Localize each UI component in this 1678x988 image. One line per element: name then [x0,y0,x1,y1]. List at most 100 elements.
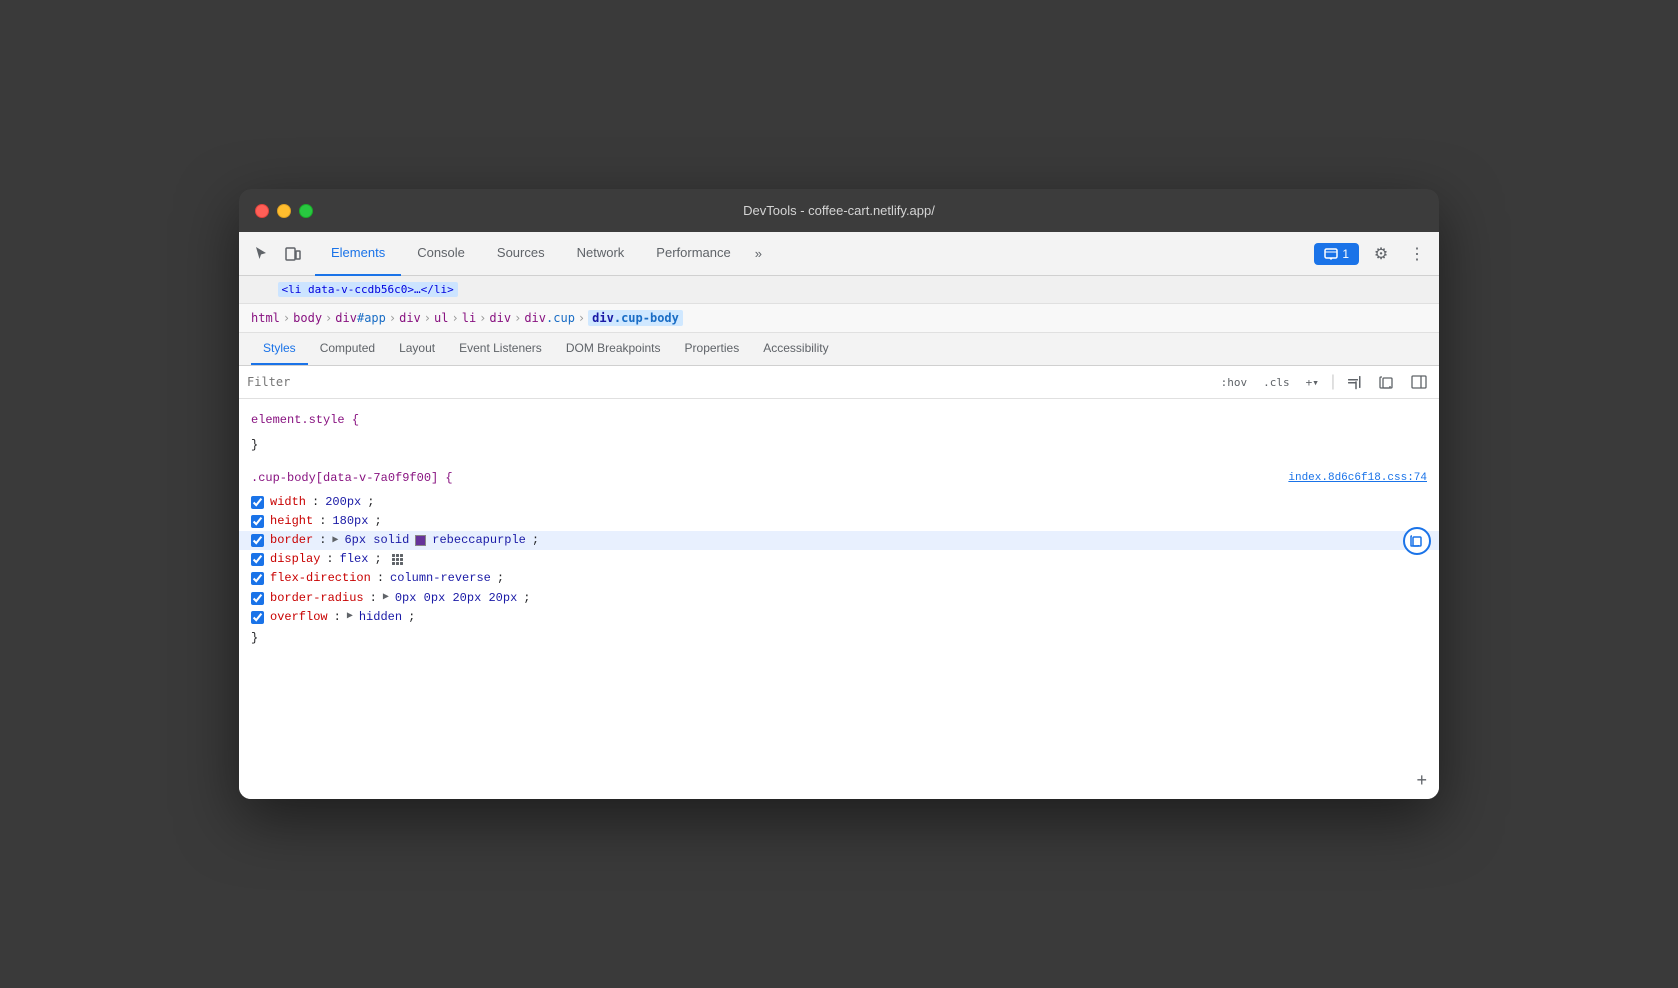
prop-flexdir-row: flex-direction : column-reverse ; [239,569,1439,588]
flex-grid-icon[interactable] [392,554,403,565]
dom-ellipsis [251,283,278,296]
prop-display-name: display [270,550,320,569]
cursor-icon [253,246,269,262]
more-tabs-btn[interactable]: » [747,232,770,276]
prop-height-checkbox[interactable] [251,515,264,528]
maximize-button[interactable] [299,204,313,218]
element-style-selector: element.style { [251,413,359,427]
prop-bradius-name: border-radius [270,589,364,608]
breadcrumb-divapp[interactable]: div#app [335,311,386,325]
cup-body-rule-header: .cup-body[data-v-7a0f9f00] { index.8d6c6… [239,465,1439,492]
panel-tabs: Styles Computed Layout Event Listeners D… [239,333,1439,366]
prop-overflow-row: overflow : ▶ hidden ; [239,608,1439,627]
prop-display-row: display : flex ; [239,550,1439,569]
add-rule-btn[interactable]: + [1416,770,1427,791]
element-style-closing: } [239,434,1439,457]
tab-properties[interactable]: Properties [673,333,752,365]
cup-body-selector: .cup-body[data-v-7a0f9f00] { [251,469,453,488]
device-icon [285,246,301,262]
rule-spacer [239,457,1439,465]
prop-bradius-value[interactable]: 0px 0px 20px 20px [395,589,517,608]
tab-elements[interactable]: Elements [315,232,401,276]
minimize-button[interactable] [277,204,291,218]
filter-bar: :hov .cls +▾ | [239,366,1439,399]
tab-layout[interactable]: Layout [387,333,447,365]
prop-width-name: width [270,493,306,512]
cls-btn[interactable]: .cls [1259,374,1294,391]
prop-flexdir-name: flex-direction [270,569,371,588]
prop-border-name: border [270,531,313,550]
breadcrumb-div2[interactable]: div [489,311,511,325]
device-toggle-btn[interactable] [279,240,307,268]
breadcrumb-body[interactable]: body [293,311,322,325]
settings-btn[interactable]: ⚙ [1367,240,1395,268]
prop-display-checkbox[interactable] [251,553,264,566]
dom-selected-node: <li data-v-ccdb56c0>…</li> [239,276,1439,304]
prop-bradius-row: border-radius : ▶ 0px 0px 20px 20px ; [239,589,1439,608]
close-button[interactable] [255,204,269,218]
prop-width-row: width : 200px ; [239,493,1439,512]
tab-computed[interactable]: Computed [308,333,387,365]
prop-overflow-name: overflow [270,608,328,627]
prop-height-name: height [270,512,313,531]
overflow-expand-arrow[interactable]: ▶ [347,609,353,625]
breadcrumb-divcup[interactable]: div.cup [524,311,575,325]
prop-border-checkbox[interactable] [251,534,264,547]
prop-border-value[interactable]: 6px solid [344,531,409,550]
main-tabs: Elements Console Sources Network Perform… [315,232,1314,276]
bradius-expand-arrow[interactable]: ▶ [383,590,389,606]
tab-accessibility[interactable]: Accessibility [751,333,840,365]
tab-event-listeners[interactable]: Event Listeners [447,333,554,365]
issues-badge-btn[interactable]: 1 [1314,243,1359,265]
border-color-swatch[interactable] [415,535,426,546]
element-style-rule: element.style { [239,407,1439,434]
prop-bradius-checkbox[interactable] [251,592,264,605]
tab-styles[interactable]: Styles [251,333,308,365]
tab-performance[interactable]: Performance [640,232,746,276]
traffic-lights [255,204,313,218]
css-panel: element.style { } .cup-body[data-v-7a0f9… [239,399,1439,799]
border-expand-arrow[interactable]: ▶ [332,533,338,549]
cursor-icon-btn[interactable] [247,240,275,268]
toggle-sidebar-btn[interactable] [1407,370,1431,394]
tab-network[interactable]: Network [561,232,641,276]
new-style-rule-btn[interactable] [1343,370,1367,394]
breadcrumb-li[interactable]: li [462,311,476,325]
devtools-window: DevTools - coffee-cart.netlify.app/ [239,189,1439,799]
toolbar-icons [247,240,307,268]
prop-flexdir-value[interactable]: column-reverse [390,569,491,588]
add-style-btn[interactable]: +▾ [1302,374,1323,391]
breadcrumb-div[interactable]: div [399,311,421,325]
tab-dom-breakpoints[interactable]: DOM Breakpoints [554,333,673,365]
breadcrumb-nav: html › body › div#app › div › ul › li › … [239,304,1439,333]
copy-style-btn[interactable] [1375,370,1399,394]
prop-border-row: border : ▶ 6px solid rebeccapurple ; [239,531,1439,550]
copy-property-icon [1410,534,1424,548]
window-title: DevTools - coffee-cart.netlify.app/ [743,203,935,218]
titlebar: DevTools - coffee-cart.netlify.app/ [239,189,1439,232]
prop-overflow-checkbox[interactable] [251,611,264,624]
breadcrumb-divcupbody[interactable]: div.cup-body [588,310,683,326]
filter-input[interactable] [247,375,1217,389]
prop-height-value[interactable]: 180px [332,512,368,531]
more-options-btn[interactable]: ⋮ [1403,240,1431,268]
breadcrumb-html[interactable]: html [251,311,280,325]
toolbar-right: 1 ⚙ ⋮ [1314,240,1431,268]
prop-width-checkbox[interactable] [251,496,264,509]
tab-sources[interactable]: Sources [481,232,561,276]
copy-icon [1379,374,1395,390]
css-source-link[interactable]: index.8d6c6f18.css:74 [1288,470,1427,488]
prop-border-color[interactable]: rebeccapurple [432,531,526,550]
prop-overflow-value[interactable]: hidden [359,608,402,627]
prop-width-value[interactable]: 200px [325,493,361,512]
hov-btn[interactable]: :hov [1217,374,1252,391]
dom-selected-code[interactable]: <li data-v-ccdb56c0>…</li> [278,282,458,297]
breadcrumb-ul[interactable]: ul [434,311,448,325]
tab-console[interactable]: Console [401,232,481,276]
prop-display-value[interactable]: flex [340,550,369,569]
prop-flexdir-checkbox[interactable] [251,572,264,585]
prop-height-row: height : 180px ; [239,512,1439,531]
new-rule-icon [1347,374,1363,390]
devtools-body: Elements Console Sources Network Perform… [239,232,1439,799]
main-toolbar: Elements Console Sources Network Perform… [239,232,1439,276]
